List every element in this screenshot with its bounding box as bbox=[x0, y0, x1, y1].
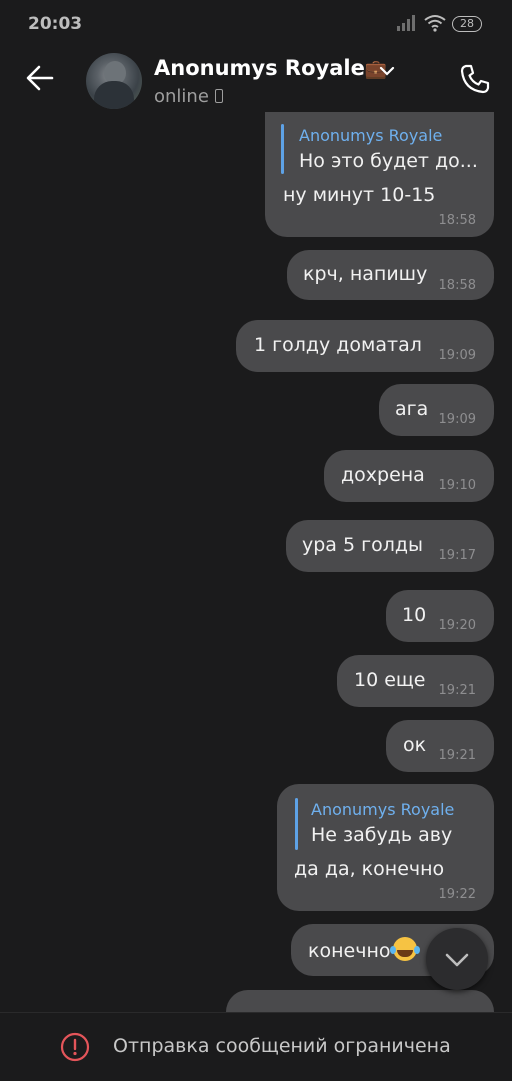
reply-quote-text[interactable]: Не забудь аву bbox=[311, 824, 452, 846]
message-text: 1 голду доматал bbox=[254, 334, 422, 356]
chat-header: Anonumys Royale💼 online bbox=[0, 48, 512, 120]
alert-circle-icon bbox=[60, 1032, 90, 1062]
reply-author[interactable]: Anonumys Royale bbox=[299, 126, 442, 145]
message-bubble[interactable]: ок 19:21 bbox=[386, 720, 494, 772]
battery-indicator: 28 bbox=[452, 16, 482, 32]
message-text: 10 bbox=[402, 604, 427, 626]
mobile-device-icon bbox=[214, 89, 223, 103]
message-text: дохрена bbox=[341, 464, 425, 486]
message-list[interactable]: Anonumys Royale Но это будет до... ну ми… bbox=[0, 112, 512, 1012]
status-bar: 20:03 28 bbox=[0, 0, 512, 48]
message-bubble[interactable]: 1 голду доматал 19:09 bbox=[236, 320, 494, 372]
messaging-restricted-bar: Отправка сообщений ограничена bbox=[0, 1012, 512, 1081]
message-time: 19:09 bbox=[438, 412, 476, 427]
reply-quote-text[interactable]: Но это будет до... bbox=[299, 150, 478, 172]
reply-author[interactable]: Anonumys Royale bbox=[311, 800, 454, 819]
message-bubble[interactable]: дохрена 19:10 bbox=[324, 450, 494, 502]
message-time: 19:17 bbox=[438, 548, 476, 563]
message-text: да да, конечно bbox=[294, 858, 445, 880]
message-bubble[interactable]: 10 еще 19:21 bbox=[337, 655, 494, 707]
message-text: ура 5 голды bbox=[302, 534, 424, 556]
scroll-down-button[interactable] bbox=[426, 928, 488, 990]
message-time: 19:22 bbox=[438, 887, 476, 902]
chevron-down-icon[interactable] bbox=[378, 64, 396, 78]
chevron-down-icon bbox=[445, 953, 469, 967]
message-bubble[interactable]: крч, напишу 18:58 bbox=[287, 250, 494, 300]
message-bubble[interactable]: ага 19:09 bbox=[379, 384, 494, 436]
phone-call-icon[interactable] bbox=[458, 62, 492, 96]
signal-icon bbox=[397, 15, 415, 31]
contact-name-text: Anonumys Royale bbox=[154, 56, 365, 80]
message-time: 19:21 bbox=[438, 683, 476, 698]
laughing-tears-emoji bbox=[389, 937, 417, 961]
message-text: конечно bbox=[308, 937, 417, 962]
message-time: 18:58 bbox=[438, 213, 476, 228]
message-time: 19:21 bbox=[438, 748, 476, 763]
message-text: 10 еще bbox=[354, 669, 426, 691]
presence-status: online bbox=[154, 86, 223, 107]
presence-text: online bbox=[154, 86, 209, 107]
message-text: ок bbox=[403, 734, 427, 756]
message-text: крч, напишу bbox=[303, 263, 428, 285]
back-arrow-icon[interactable] bbox=[22, 60, 58, 96]
wifi-icon bbox=[424, 15, 446, 32]
message-bubble-partial[interactable] bbox=[226, 990, 494, 1012]
message-bubble[interactable]: ура 5 голды 19:17 bbox=[286, 520, 494, 572]
avatar[interactable] bbox=[86, 53, 142, 109]
message-time: 19:09 bbox=[438, 348, 476, 363]
reply-quote-bar bbox=[281, 124, 284, 174]
message-text: ну минут 10-15 bbox=[283, 184, 436, 206]
message-time: 18:58 bbox=[438, 278, 476, 293]
message-text-content: конечно bbox=[308, 940, 391, 962]
message-bubble[interactable]: Anonumys Royale Не забудь аву да да, кон… bbox=[277, 784, 494, 911]
message-time: 19:10 bbox=[438, 478, 476, 493]
message-bubble[interactable]: Anonumys Royale Но это будет до... ну ми… bbox=[265, 112, 494, 237]
message-text: ага bbox=[395, 398, 429, 420]
message-time: 19:20 bbox=[438, 618, 476, 633]
restriction-label: Отправка сообщений ограничена bbox=[113, 1035, 451, 1057]
message-bubble[interactable]: 10 19:20 bbox=[386, 590, 494, 642]
status-time: 20:03 bbox=[28, 14, 83, 34]
reply-quote-bar bbox=[295, 798, 298, 850]
contact-name[interactable]: Anonumys Royale💼 bbox=[154, 56, 387, 80]
